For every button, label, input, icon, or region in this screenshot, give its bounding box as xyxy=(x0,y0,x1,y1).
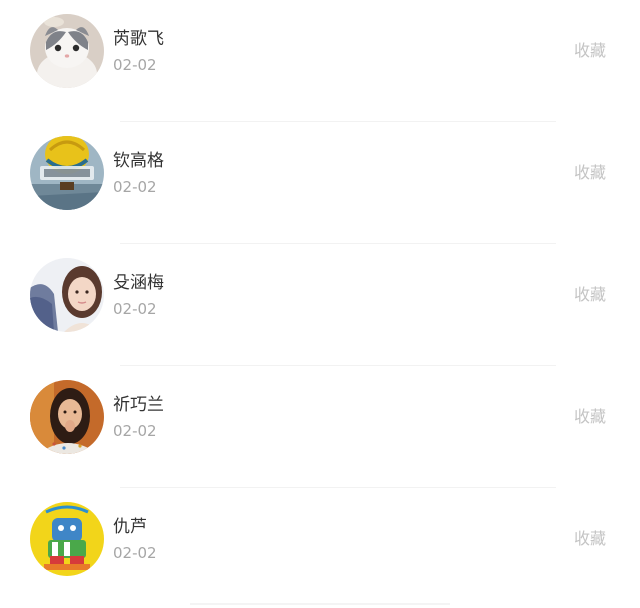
favorite-button[interactable]: 收藏 xyxy=(574,406,606,428)
user-list: 芮歌飞 02-02 收藏 钦高格 02-02 收藏 殳涵梅 02-02 收藏 祈… xyxy=(0,0,640,608)
avatar-cat-icon[interactable] xyxy=(30,14,104,88)
item-date: 02-02 xyxy=(113,56,157,74)
user-name: 殳涵梅 xyxy=(113,273,164,293)
favorite-button[interactable]: 收藏 xyxy=(574,162,606,184)
list-item[interactable]: 仇芦 02-02 收藏 xyxy=(0,488,640,608)
item-date: 02-02 xyxy=(113,422,157,440)
favorite-button[interactable]: 收藏 xyxy=(574,40,606,62)
avatar-cartoon-icon[interactable] xyxy=(30,502,104,576)
user-name: 芮歌飞 xyxy=(113,29,164,49)
user-name: 祈巧兰 xyxy=(113,395,164,415)
list-item[interactable]: 殳涵梅 02-02 收藏 xyxy=(0,244,640,366)
favorite-button[interactable]: 收藏 xyxy=(574,528,606,550)
list-item[interactable]: 芮歌飞 02-02 收藏 xyxy=(0,0,640,122)
divider xyxy=(190,603,450,605)
avatar-girl-portrait-icon[interactable] xyxy=(30,258,104,332)
avatar-balloon-icon[interactable] xyxy=(30,136,104,210)
avatar-woman-portrait-icon[interactable] xyxy=(30,380,104,454)
user-name: 钦高格 xyxy=(113,151,164,171)
item-date: 02-02 xyxy=(113,178,157,196)
item-date: 02-02 xyxy=(113,544,157,562)
list-item[interactable]: 祈巧兰 02-02 收藏 xyxy=(0,366,640,488)
list-item[interactable]: 钦高格 02-02 收藏 xyxy=(0,122,640,244)
user-name: 仇芦 xyxy=(113,517,147,537)
favorite-button[interactable]: 收藏 xyxy=(574,284,606,306)
item-date: 02-02 xyxy=(113,300,157,318)
